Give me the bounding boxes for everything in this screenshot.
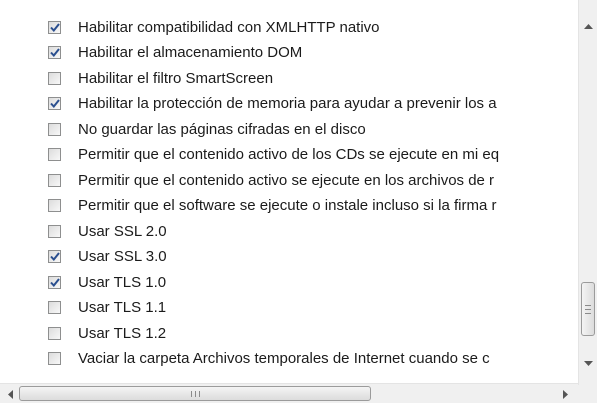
checkbox[interactable] bbox=[48, 148, 61, 161]
setting-option[interactable]: Permitir que el contenido activo de los … bbox=[48, 144, 499, 166]
check-mark-icon bbox=[49, 252, 60, 261]
setting-option[interactable]: Usar SSL 3.0 bbox=[48, 246, 167, 268]
setting-option[interactable]: Habilitar el almacenamiento DOM bbox=[48, 42, 302, 64]
checkbox[interactable] bbox=[48, 71, 61, 85]
setting-label: Usar TLS 1.0 bbox=[78, 273, 167, 291]
setting-option[interactable]: Habilitar la protección de memoria para … bbox=[48, 93, 497, 115]
checkbox[interactable] bbox=[48, 301, 61, 314]
triangle-left-icon bbox=[8, 389, 13, 399]
checkbox[interactable] bbox=[48, 326, 61, 340]
checkbox[interactable] bbox=[48, 173, 61, 187]
grip-icon bbox=[585, 304, 591, 314]
setting-label: Habilitar compatibilidad con XMLHTTP nat… bbox=[78, 18, 380, 36]
setting-label: Usar SSL 2.0 bbox=[78, 222, 167, 240]
checkbox[interactable] bbox=[48, 46, 61, 59]
setting-label: Habilitar la protección de memoria para … bbox=[78, 95, 497, 112]
grip-icon bbox=[190, 390, 200, 397]
setting-label: Permitir que el contenido activo se ejec… bbox=[78, 171, 495, 189]
scroll-right-button[interactable] bbox=[558, 386, 574, 402]
setting-label: Vaciar la carpeta Archivos temporales de… bbox=[78, 350, 490, 367]
setting-label: Usar TLS 1.1 bbox=[78, 299, 167, 316]
horizontal-scroll-thumb[interactable] bbox=[19, 386, 371, 401]
setting-option[interactable]: No guardar las páginas cifradas en el di… bbox=[48, 118, 366, 140]
vertical-scrollbar[interactable] bbox=[578, 0, 597, 385]
checkbox[interactable] bbox=[48, 97, 61, 110]
setting-label: Habilitar el almacenamiento DOM bbox=[78, 44, 303, 61]
vertical-scroll-thumb[interactable] bbox=[581, 282, 595, 336]
advanced-settings-list: Habilitar compatibilidad con XMLHTTP nat… bbox=[0, 0, 578, 383]
scroll-up-button[interactable] bbox=[582, 18, 595, 34]
setting-option[interactable]: Vaciar la carpeta Archivos temporales de… bbox=[48, 348, 490, 370]
checkbox[interactable] bbox=[48, 20, 61, 34]
setting-option[interactable]: Permitir que el software se ejecute o in… bbox=[48, 195, 497, 217]
setting-option[interactable]: Habilitar el filtro SmartScreen bbox=[48, 67, 273, 89]
checkbox[interactable] bbox=[48, 250, 61, 263]
setting-option[interactable]: Usar TLS 1.1 bbox=[48, 297, 166, 319]
check-mark-icon bbox=[49, 99, 60, 108]
setting-option[interactable]: Usar TLS 1.2 bbox=[48, 322, 166, 344]
checkbox[interactable] bbox=[48, 122, 61, 136]
check-mark-icon bbox=[49, 48, 60, 57]
triangle-up-icon bbox=[584, 24, 593, 29]
scroll-down-button[interactable] bbox=[582, 356, 595, 372]
setting-option[interactable]: Permitir que el contenido activo se ejec… bbox=[48, 169, 494, 191]
triangle-right-icon bbox=[563, 389, 568, 399]
checkbox[interactable] bbox=[48, 352, 61, 365]
horizontal-scrollbar[interactable] bbox=[0, 383, 578, 403]
setting-label: No guardar las páginas cifradas en el di… bbox=[78, 120, 366, 138]
setting-option[interactable]: Usar SSL 2.0 bbox=[48, 220, 167, 242]
checkbox[interactable] bbox=[48, 199, 61, 212]
checkbox[interactable] bbox=[48, 224, 61, 238]
setting-label: Usar TLS 1.2 bbox=[78, 324, 167, 342]
setting-option[interactable]: Usar TLS 1.0 bbox=[48, 271, 166, 293]
scroll-left-button[interactable] bbox=[2, 386, 18, 402]
triangle-down-icon bbox=[584, 361, 593, 366]
setting-label: Habilitar el filtro SmartScreen bbox=[78, 69, 274, 87]
check-mark-icon bbox=[49, 277, 60, 287]
checkbox[interactable] bbox=[48, 275, 61, 289]
check-mark-icon bbox=[49, 22, 60, 32]
setting-label: Usar SSL 3.0 bbox=[78, 248, 167, 265]
setting-label: Permitir que el contenido activo de los … bbox=[78, 146, 500, 163]
setting-option[interactable]: Habilitar compatibilidad con XMLHTTP nat… bbox=[48, 16, 380, 38]
setting-label: Permitir que el software se ejecute o in… bbox=[78, 197, 497, 214]
scrollbar-corner bbox=[578, 385, 597, 403]
